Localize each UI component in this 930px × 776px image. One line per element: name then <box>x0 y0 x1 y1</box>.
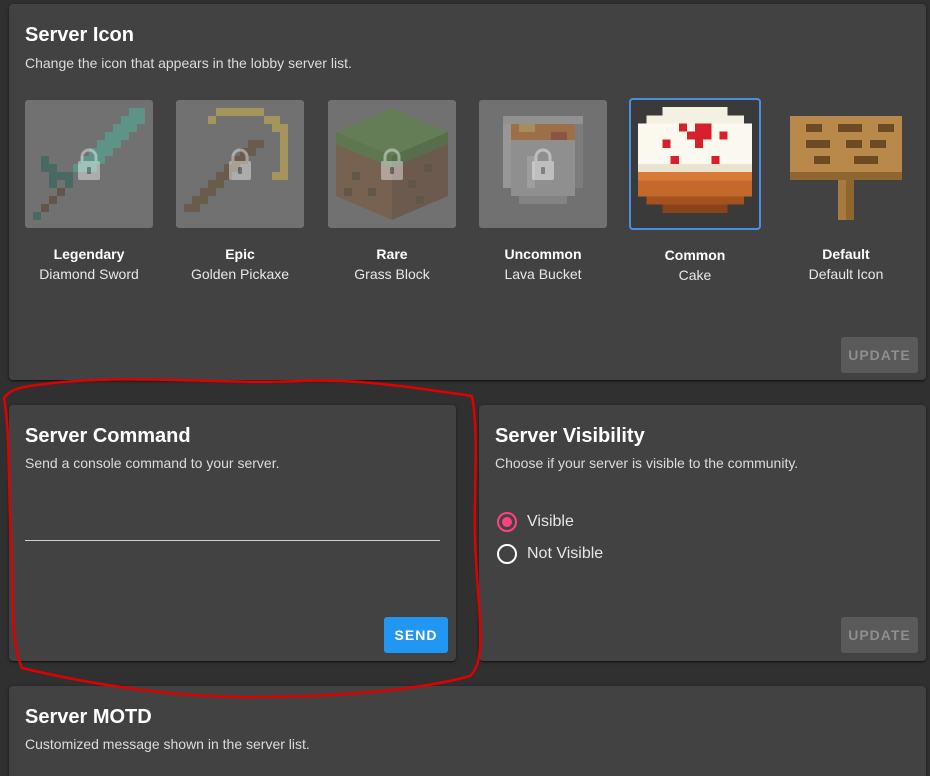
icon-frame[interactable] <box>25 100 153 228</box>
server-motd-title: Server MOTD <box>25 706 152 728</box>
send-button[interactable]: SEND <box>384 617 448 653</box>
icon-name-label: Lava Bucket <box>504 266 582 282</box>
cake-icon <box>638 107 752 213</box>
lock-icon <box>78 148 100 180</box>
icon-option-cake[interactable]: Common Cake <box>629 98 761 283</box>
server-motd-subtitle: Customized message shown in the server l… <box>25 736 310 752</box>
icon-option-grass-block[interactable]: Rare Grass Block <box>328 100 456 282</box>
radio-label: Not Visible <box>527 545 604 562</box>
icon-option-diamond-sword[interactable]: Legendary Diamond Sword <box>25 100 153 282</box>
radio-checked-icon[interactable] <box>497 512 517 532</box>
server-command-subtitle: Send a console command to your server. <box>25 455 280 471</box>
icon-option-lava-bucket[interactable]: Uncommon Lava Bucket <box>479 100 607 282</box>
icon-name-label: Cake <box>678 267 712 283</box>
command-input[interactable] <box>25 517 440 541</box>
server-command-card: Server Command Send a console command to… <box>9 405 456 661</box>
lock-icon <box>381 148 403 180</box>
icon-name-label: Grass Block <box>354 266 430 282</box>
lock-icon <box>229 148 251 180</box>
not-visible-radio-option[interactable]: Not Visible <box>497 544 603 564</box>
icon-tier-label: Legendary <box>53 246 125 262</box>
icon-tier-label: Common <box>664 247 726 263</box>
icon-tier-label: Default <box>822 246 870 262</box>
server-visibility-subtitle: Choose if your server is visible to the … <box>495 455 799 471</box>
visible-radio-option[interactable]: Visible <box>497 512 574 532</box>
server-icon-title: Server Icon <box>25 24 134 46</box>
server-visibility-title: Server Visibility <box>495 425 645 447</box>
icon-option-default[interactable]: Default Default Icon <box>782 100 910 282</box>
radio-label: Visible <box>527 513 574 530</box>
icon-tier-label: Rare <box>376 246 408 262</box>
radio-unchecked-icon[interactable] <box>497 544 517 564</box>
icon-frame[interactable] <box>328 100 456 228</box>
visibility-update-button[interactable]: UPDATE <box>841 617 918 653</box>
icon-frame[interactable] <box>479 100 607 228</box>
icon-frame[interactable] <box>782 100 910 228</box>
lock-icon <box>532 148 554 180</box>
icon-update-button[interactable]: UPDATE <box>841 337 918 373</box>
icon-tier-label: Epic <box>225 246 255 262</box>
icon-name-label: Golden Pickaxe <box>190 266 290 282</box>
server-icon-card: Server Icon Change the icon that appears… <box>9 4 926 380</box>
sign-icon <box>790 116 902 220</box>
server-command-title: Server Command <box>25 425 191 447</box>
server-icon-subtitle: Change the icon that appears in the lobb… <box>25 55 352 71</box>
server-motd-card: Server MOTD Customized message shown in … <box>9 686 926 776</box>
icon-option-golden-pickaxe[interactable]: Epic Golden Pickaxe <box>176 100 304 282</box>
server-visibility-card: Server Visibility Choose if your server … <box>479 405 926 661</box>
icon-name-label: Default Icon <box>808 266 884 282</box>
icon-name-label: Diamond Sword <box>39 266 139 282</box>
page: Server Icon Change the icon that appears… <box>0 0 930 776</box>
icon-frame-selected[interactable] <box>629 98 761 230</box>
icon-tier-label: Uncommon <box>504 246 582 262</box>
icon-frame[interactable] <box>176 100 304 228</box>
